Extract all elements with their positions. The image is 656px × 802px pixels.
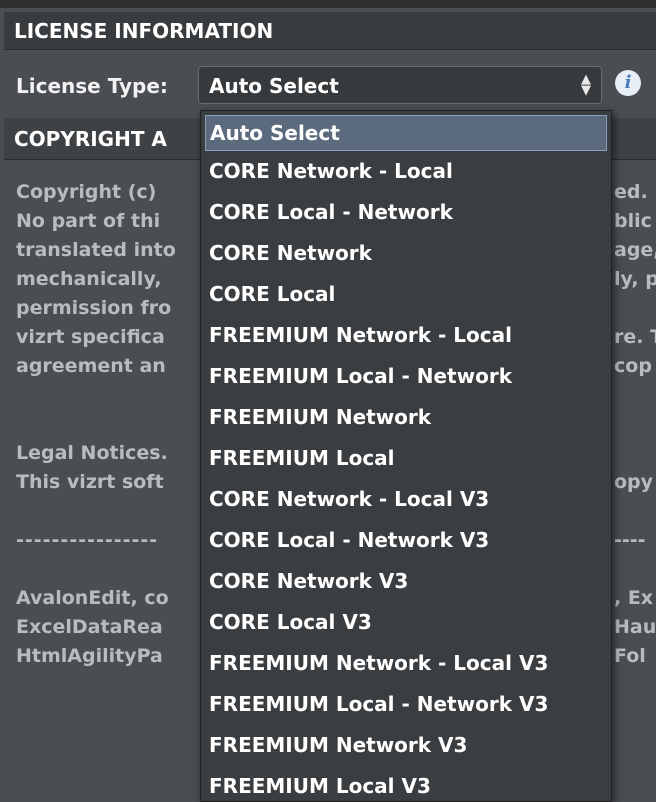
dropdown-option[interactable]: FREEMIUM Network - Local V3 [201,643,611,684]
copyright-line-right [614,497,656,526]
dropdown-option[interactable]: CORE Network [201,233,611,274]
license-information-header: LICENSE INFORMATION [4,12,656,50]
license-type-selected-value: Auto Select [209,74,339,98]
copyright-line-right: , Ex [614,587,654,609]
dropdown-option[interactable]: CORE Network - Local V3 [201,479,611,520]
license-type-label: License Type: [16,74,168,98]
copyright-text-right: ed. blic age, ly, p re. T cop opy ---- , Ex Hau Fo… [614,178,656,671]
copyright-line-right: blic [614,210,652,232]
dropdown-option[interactable]: FREEMIUM Network [201,397,611,438]
license-type-row: License Type: Auto Select ▲ ▼ i [4,54,656,112]
dropdown-option[interactable]: CORE Local V3 [201,602,611,643]
copyright-line-right: re. T [614,326,656,348]
license-type-select[interactable]: Auto Select ▲ ▼ [198,66,602,104]
copyright-line-right: cop [614,355,652,377]
copyright-line-right [614,439,656,468]
dropdown-option[interactable]: FREEMIUM Local - Network [201,356,611,397]
dropdown-option[interactable]: CORE Local - Network V3 [201,520,611,561]
license-type-dropdown-list: Auto Select CORE Network - Local CORE Loca… [200,110,612,802]
copyright-line-right: opy [614,471,654,493]
copyright-line-right: Hau [614,616,656,638]
copyright-line-right: Fol [614,645,646,667]
dropdown-option[interactable]: CORE Network V3 [201,561,611,602]
copyright-line-right [614,555,656,584]
copyright-line-right [614,410,656,439]
copyright-line-right: ly, p [614,268,656,290]
copyright-header-title: COPYRIGHT A [14,127,167,151]
dropdown-option[interactable]: FREEMIUM Local [201,438,611,479]
copyright-line-right: age, [614,239,656,261]
copyright-line-right [614,381,656,410]
dropdown-option[interactable]: Auto Select [205,115,607,151]
copyright-line-right: ---- [614,529,646,551]
window-top-edge [0,0,656,8]
copyright-line-right [614,294,656,323]
dropdown-option[interactable]: CORE Local [201,274,611,315]
dropdown-option[interactable]: FREEMIUM Network - Local [201,315,611,356]
dropdown-option[interactable]: FREEMIUM Network V3 [201,725,611,766]
dropdown-option[interactable]: CORE Local - Network [201,192,611,233]
info-icon[interactable]: i [615,70,641,96]
copyright-line-right: ed. [614,181,648,203]
dropdown-option[interactable]: FREEMIUM Local - Network V3 [201,684,611,725]
dropdown-option[interactable]: FREEMIUM Local V3 [201,766,611,801]
dropdown-option[interactable]: CORE Network - Local [201,151,611,192]
select-updown-arrows-icon: ▲ ▼ [581,72,591,98]
